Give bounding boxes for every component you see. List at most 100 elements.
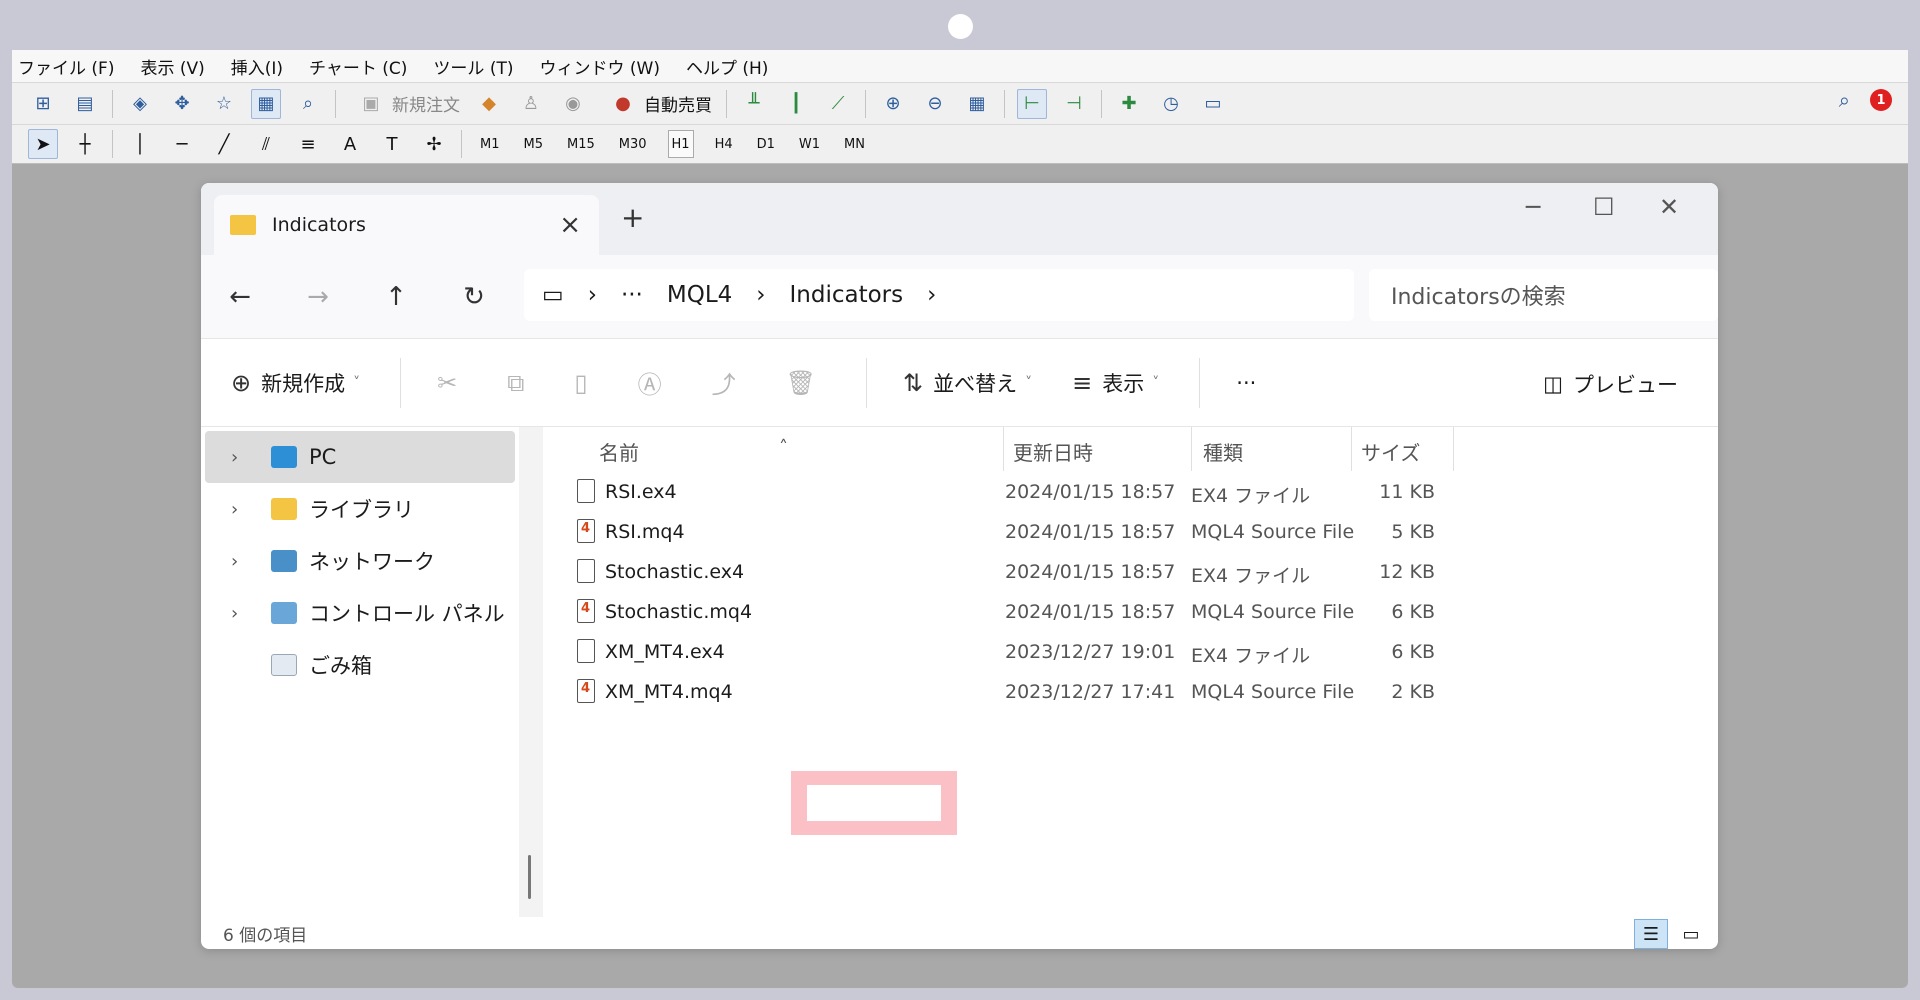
menu-view[interactable]: 表示 (V) bbox=[140, 54, 204, 79]
notification-badge[interactable]: 1 bbox=[1870, 89, 1892, 111]
signals-icon[interactable]: ♙ bbox=[516, 89, 546, 119]
file-row[interactable]: XM_MT4.mq4 2023/12/27 17:41 MQL4 Source … bbox=[543, 673, 1718, 713]
menu-help[interactable]: ヘルプ (H) bbox=[686, 54, 768, 79]
vertical-line-icon[interactable]: │ bbox=[125, 129, 155, 159]
auto-trading-button[interactable]: ● 自動売買 bbox=[602, 89, 712, 119]
candlestick-icon[interactable]: ┃ bbox=[781, 89, 811, 119]
fibonacci-icon[interactable]: ≡ bbox=[293, 129, 323, 159]
column-name[interactable]: 名前 bbox=[599, 437, 639, 466]
sidebar-item-control-panel[interactable]: › コントロール パネル bbox=[201, 587, 519, 639]
breadcrumb-overflow[interactable]: ··· bbox=[621, 282, 643, 308]
line-chart-icon[interactable]: ⟋ bbox=[823, 89, 853, 119]
tab-indicators[interactable]: Indicators × bbox=[214, 195, 599, 255]
large-icons-view-icon[interactable]: ▭ bbox=[1674, 919, 1708, 949]
sidebar-item-pc[interactable]: › PC bbox=[205, 431, 515, 483]
timeframe-d1[interactable]: D1 bbox=[754, 130, 778, 158]
new-order-button[interactable]: ▣ 新規注文 bbox=[350, 89, 460, 119]
column-date[interactable]: 更新日時 bbox=[1013, 437, 1093, 466]
timeframe-m1[interactable]: M1 bbox=[477, 130, 503, 158]
bar-chart-icon[interactable]: ╨ bbox=[739, 89, 769, 119]
cursor-icon[interactable]: ➤ bbox=[28, 129, 58, 159]
share-button[interactable]: ⤴ bbox=[712, 365, 746, 400]
text-label-icon[interactable]: T bbox=[377, 129, 407, 159]
zoom-out-icon[interactable]: ⊖ bbox=[920, 89, 950, 119]
file-row[interactable]: Stochastic.ex4 2024/01/15 18:57 EX4 ファイル… bbox=[543, 553, 1718, 593]
timeframe-mn[interactable]: MN bbox=[841, 130, 868, 158]
timeframe-w1[interactable]: W1 bbox=[796, 130, 823, 158]
chevron-right-icon[interactable]: › bbox=[231, 447, 271, 468]
menu-insert[interactable]: 挿入(I) bbox=[231, 54, 283, 79]
timeframe-m5[interactable]: M5 bbox=[521, 130, 547, 158]
delete-button[interactable]: 🗑 bbox=[786, 369, 826, 397]
column-type[interactable]: 種類 bbox=[1203, 437, 1243, 466]
up-icon[interactable]: ↑ bbox=[357, 282, 435, 312]
chevron-right-icon[interactable]: › bbox=[588, 282, 597, 308]
maximize-icon[interactable]: ☐ bbox=[1593, 193, 1615, 221]
copy-button[interactable]: ⧉ bbox=[507, 369, 534, 397]
sidebar-item-network[interactable]: › ネットワーク bbox=[201, 535, 519, 587]
file-row-highlighted[interactable]: XM_MT4.ex4 2023/12/27 19:01 EX4 ファイル 6 K… bbox=[543, 633, 1718, 673]
chart-shift-icon[interactable]: ⊣ bbox=[1059, 89, 1089, 119]
new-tab-icon[interactable]: + bbox=[621, 201, 644, 234]
search-icon[interactable]: ⌕ bbox=[1839, 88, 1850, 112]
scrollbar-thumb[interactable] bbox=[528, 855, 531, 899]
breadcrumb-indicators[interactable]: Indicators bbox=[789, 282, 903, 308]
navigator-icon[interactable]: ☆ bbox=[209, 89, 239, 119]
strategy-tester-icon[interactable]: ⌕ bbox=[293, 89, 323, 119]
metaeditor-icon[interactable]: ◆ bbox=[474, 89, 504, 119]
indicators-icon[interactable]: ✚ bbox=[1114, 89, 1144, 119]
sidebar-item-library[interactable]: › ライブラリ bbox=[201, 483, 519, 535]
refresh-icon[interactable]: ↻ bbox=[435, 282, 513, 312]
horizontal-line-icon[interactable]: ─ bbox=[167, 129, 197, 159]
chevron-right-icon[interactable]: › bbox=[756, 282, 765, 308]
column-size[interactable]: サイズ bbox=[1361, 437, 1420, 466]
back-icon[interactable]: ← bbox=[201, 282, 279, 312]
timeframe-h1[interactable]: H1 bbox=[667, 130, 694, 158]
profiles-icon[interactable]: ▤ bbox=[70, 89, 100, 119]
new-chart-icon[interactable]: ⊞ bbox=[28, 89, 58, 119]
preview-button[interactable]: ◫ プレビュー bbox=[1543, 369, 1678, 399]
trendline-icon[interactable]: ╱ bbox=[209, 129, 239, 159]
breadcrumb-mql4[interactable]: MQL4 bbox=[667, 282, 732, 308]
paste-button[interactable]: ▯ bbox=[574, 369, 597, 397]
periods-icon[interactable]: ◷ bbox=[1156, 89, 1186, 119]
file-row[interactable]: Stochastic.mq4 2024/01/15 18:57 MQL4 Sou… bbox=[543, 593, 1718, 633]
templates-icon[interactable]: ▭ bbox=[1198, 89, 1228, 119]
menu-chart[interactable]: チャート (C) bbox=[309, 54, 407, 79]
search-box[interactable]: Indicatorsの検索 bbox=[1369, 269, 1718, 321]
more-options-button[interactable]: ··· bbox=[1236, 371, 1256, 395]
timeframe-m30[interactable]: M30 bbox=[616, 130, 650, 158]
vps-icon[interactable]: ◉ bbox=[558, 89, 588, 119]
channel-icon[interactable]: ⫽ bbox=[251, 129, 281, 159]
forward-icon[interactable]: → bbox=[279, 282, 357, 312]
chevron-right-icon[interactable]: › bbox=[927, 282, 936, 308]
tile-windows-icon[interactable]: ▦ bbox=[962, 89, 992, 119]
chevron-right-icon[interactable]: › bbox=[231, 551, 271, 572]
market-watch-icon[interactable]: ◈ bbox=[125, 89, 155, 119]
timeframe-h4[interactable]: H4 bbox=[712, 130, 736, 158]
auto-scroll-icon[interactable]: ⊢ bbox=[1017, 88, 1047, 119]
minimize-icon[interactable]: ─ bbox=[1526, 193, 1540, 221]
text-icon[interactable]: A bbox=[335, 129, 365, 159]
arrows-icon[interactable]: ✢ bbox=[419, 129, 449, 159]
address-bar[interactable]: ▭ › ··· MQL4 › Indicators › bbox=[524, 269, 1354, 321]
view-button[interactable]: ≡ 表示 ˅ bbox=[1072, 368, 1159, 398]
timeframe-m15[interactable]: M15 bbox=[564, 130, 598, 158]
crosshair-icon[interactable]: ┼ bbox=[70, 129, 100, 159]
menu-window[interactable]: ウィンドウ (W) bbox=[539, 54, 659, 79]
terminal-icon[interactable]: ▦ bbox=[251, 88, 281, 119]
data-window-icon[interactable]: ✥ bbox=[167, 89, 197, 119]
menu-file[interactable]: ファイル (F) bbox=[18, 54, 114, 79]
close-tab-icon[interactable]: × bbox=[559, 210, 581, 240]
chevron-right-icon[interactable]: › bbox=[231, 603, 271, 624]
new-button[interactable]: ⊕ 新規作成 ˅ bbox=[231, 368, 360, 398]
menu-tools[interactable]: ツール (T) bbox=[433, 54, 513, 79]
chevron-right-icon[interactable]: › bbox=[231, 499, 271, 520]
rename-button[interactable]: Ⓐ bbox=[638, 365, 672, 400]
navigation-scrollbar[interactable] bbox=[519, 427, 543, 917]
file-row[interactable]: RSI.mq4 2024/01/15 18:57 MQL4 Source Fil… bbox=[543, 513, 1718, 553]
details-view-icon[interactable]: ☰ bbox=[1634, 919, 1668, 949]
pc-icon[interactable]: ▭ bbox=[542, 282, 564, 308]
cut-button[interactable]: ✂ bbox=[437, 369, 467, 397]
sort-button[interactable]: ⇅ 並べ替え ˅ bbox=[903, 368, 1032, 398]
